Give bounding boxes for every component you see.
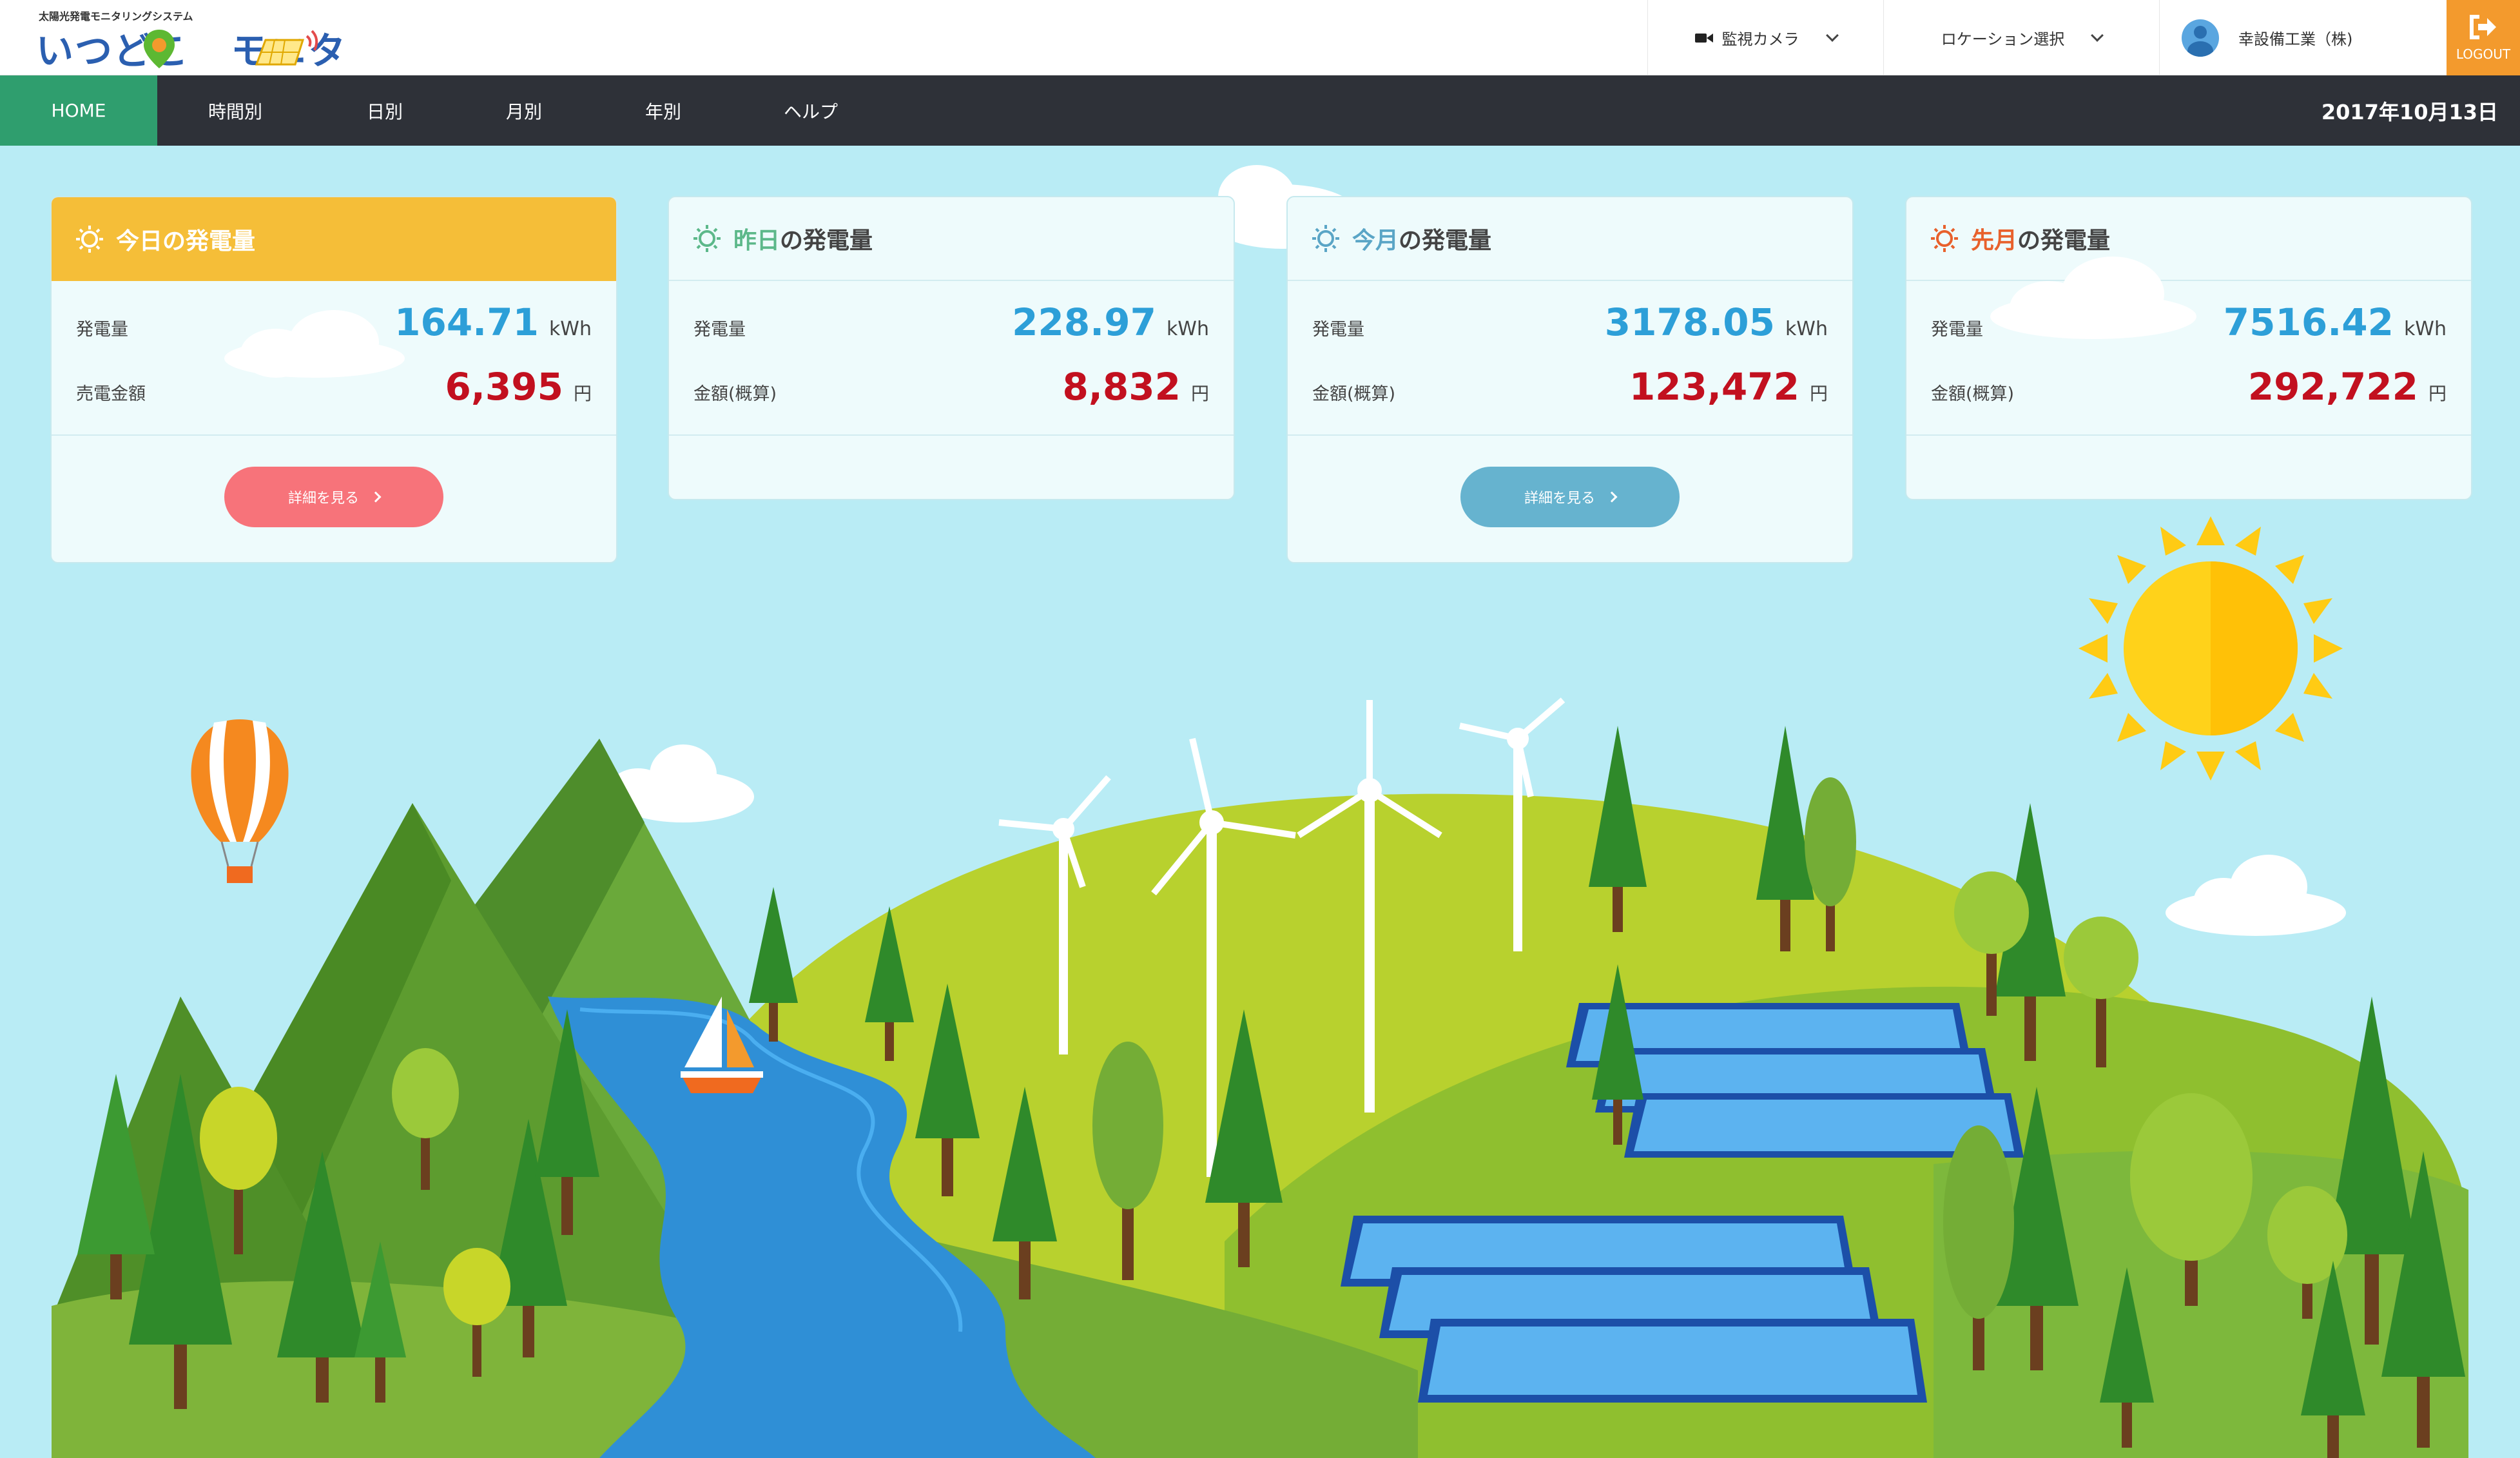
amount-label: 売電金額 bbox=[76, 384, 146, 404]
solar-panel-icon bbox=[255, 30, 318, 66]
generation-unit: kWh bbox=[2403, 318, 2447, 340]
sign-out-icon bbox=[2470, 14, 2496, 39]
logout-label: LOGOUT bbox=[2456, 46, 2511, 62]
generation-label: 発電量 bbox=[1931, 320, 1983, 340]
amount-value: 6,395 bbox=[445, 365, 563, 409]
details-button-label: 詳細を見る bbox=[287, 491, 359, 507]
details-button-label: 詳細を見る bbox=[1524, 491, 1595, 507]
nav-monthly[interactable]: 月別 bbox=[468, 75, 580, 146]
generation-label: 発電量 bbox=[693, 320, 746, 340]
avatar bbox=[2182, 19, 2219, 57]
amount-label: 金額(概算) bbox=[1312, 384, 1396, 404]
logout-button[interactable]: LOGOUT bbox=[2447, 0, 2520, 75]
main-nav: HOME 時間別 日別 月別 年別 ヘルプ 2017年10月13日 bbox=[0, 75, 2520, 146]
generation-row: 発電量 228.97 kWh bbox=[693, 300, 1209, 344]
chevron-down-icon bbox=[1825, 28, 1839, 42]
video-camera-icon bbox=[1694, 33, 1713, 43]
card-today-body: 発電量 164.71 kWh 売電金額 6,395 円 bbox=[52, 281, 616, 436]
card-today-header: 今日の発電量 bbox=[52, 197, 616, 281]
amount-unit: 円 bbox=[1809, 383, 1828, 404]
generation-row: 発電量 3178.05 kWh bbox=[1312, 300, 1828, 344]
card-title: 昨日の発電量 bbox=[733, 228, 873, 254]
card-this-month-body: 発電量 3178.05 kWh 金額(概算) 123,472 円 bbox=[1288, 281, 1852, 436]
camera-menu[interactable]: 監視カメラ bbox=[1647, 0, 1883, 75]
generation-label: 発電量 bbox=[1312, 320, 1364, 340]
amount-label: 金額(概算) bbox=[693, 384, 777, 404]
app-logo[interactable]: 太陽光発電モニタリングシステム いつどこモニタ bbox=[34, 5, 345, 73]
current-date: 2017年10月13日 bbox=[2321, 99, 2498, 124]
amount-unit: 円 bbox=[1190, 383, 1209, 404]
card-yesterday-header: 昨日の発電量 bbox=[669, 197, 1234, 281]
card-title: 今日の発電量 bbox=[116, 228, 256, 255]
generation-unit: kWh bbox=[1166, 318, 1209, 340]
amount-unit: 円 bbox=[2428, 383, 2447, 404]
card-yesterday-body: 発電量 228.97 kWh 金額(概算) 8,832 円 bbox=[669, 281, 1234, 436]
card-title: 先月の発電量 bbox=[1971, 228, 2111, 254]
card-today: 今日の発電量 発電量 164.71 kWh 売電金額 6,395 円 詳細を見る bbox=[50, 196, 617, 563]
map-pin-icon bbox=[144, 30, 175, 68]
card-yesterday: 昨日の発電量 発電量 228.97 kWh 金額(概算) 8,832 円 bbox=[668, 196, 1235, 500]
sun-icon bbox=[693, 225, 721, 252]
today-details-button[interactable]: 詳細を見る bbox=[224, 467, 443, 527]
generation-value: 228.97 bbox=[1012, 300, 1156, 344]
amount-row: 金額(概算) 292,722 円 bbox=[1931, 365, 2447, 409]
nav-daily[interactable]: 日別 bbox=[329, 75, 441, 146]
amount-value: 292,722 bbox=[2247, 365, 2418, 409]
nav-hourly[interactable]: 時間別 bbox=[177, 75, 294, 146]
chevron-right-icon bbox=[1606, 491, 1618, 503]
card-this-month-header: 今月の発電量 bbox=[1288, 197, 1852, 281]
generation-value: 164.71 bbox=[394, 300, 539, 344]
generation-unit: kWh bbox=[1785, 318, 1828, 340]
month-details-button[interactable]: 詳細を見る bbox=[1460, 467, 1680, 527]
amount-unit: 円 bbox=[573, 383, 592, 404]
location-select[interactable]: ロケーション選択 bbox=[1883, 0, 2159, 75]
amount-row: 金額(概算) 8,832 円 bbox=[693, 365, 1209, 409]
generation-value: 7516.42 bbox=[2223, 300, 2394, 344]
user-menu[interactable]: 幸設備工業（株) bbox=[2159, 0, 2447, 75]
sun-icon bbox=[76, 226, 103, 253]
top-header: 太陽光発電モニタリングシステム いつどこモニタ 監視カメラ ロケーション選択 幸… bbox=[0, 0, 2520, 75]
card-last-month: 先月の発電量 発電量 7516.42 kWh 金額(概算) 292,722 円 bbox=[1905, 196, 2472, 500]
amount-row: 売電金額 6,395 円 bbox=[76, 365, 592, 409]
nav-yearly[interactable]: 年別 bbox=[607, 75, 719, 146]
nav-help[interactable]: ヘルプ bbox=[751, 75, 870, 146]
amount-row: 金額(概算) 123,472 円 bbox=[1312, 365, 1828, 409]
chevron-down-icon bbox=[2091, 28, 2104, 42]
card-this-month: 今月の発電量 発電量 3178.05 kWh 金額(概算) 123,472 円 … bbox=[1286, 196, 1854, 563]
nav-home[interactable]: HOME bbox=[0, 75, 157, 146]
generation-label: 発電量 bbox=[76, 320, 128, 340]
card-last-month-body: 発電量 7516.42 kWh 金額(概算) 292,722 円 bbox=[1906, 257, 2471, 436]
sun-icon bbox=[1312, 225, 1339, 252]
sun-icon bbox=[1931, 225, 1958, 252]
generation-row: 発電量 7516.42 kWh bbox=[1931, 300, 2447, 344]
card-title: 今月の発電量 bbox=[1352, 228, 1492, 254]
generation-row: 発電量 164.71 kWh bbox=[76, 300, 592, 344]
location-label: ロケーション選択 bbox=[1941, 30, 2065, 48]
user-name: 幸設備工業（株) bbox=[2238, 30, 2353, 48]
amount-label: 金額(概算) bbox=[1931, 384, 2015, 404]
generation-value: 3178.05 bbox=[1604, 300, 1775, 344]
camera-label: 監視カメラ bbox=[1721, 30, 1799, 48]
amount-value: 123,472 bbox=[1629, 365, 1799, 409]
generation-unit: kWh bbox=[548, 318, 592, 340]
chevron-right-icon bbox=[370, 491, 382, 503]
amount-value: 8,832 bbox=[1062, 365, 1181, 409]
